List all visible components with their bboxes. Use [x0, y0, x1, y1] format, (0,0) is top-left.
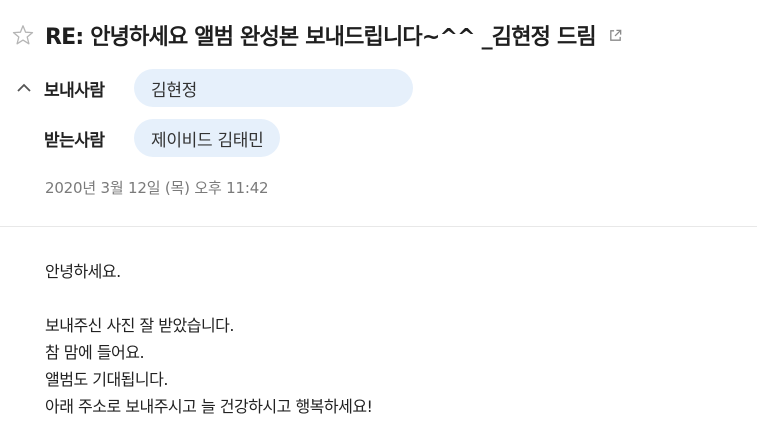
recipient-chip[interactable]: 제이비드 김태민	[134, 119, 281, 157]
sender-chip[interactable]: 김현정	[134, 69, 413, 107]
recipient-row: 받는사람 제이비드 김태민	[14, 119, 281, 157]
mail-date: 2020년 3월 12일 (목) 오후 11:42	[45, 179, 269, 197]
body-line: 참 맘에 들어요.	[45, 343, 145, 362]
body-line: 앨범도 기대됩니다.	[45, 370, 168, 389]
recipient-label: 받는사람	[44, 130, 105, 151]
external-link-icon[interactable]	[608, 27, 624, 43]
body-line: 아래 주소로 보내주시고 늘 건강하시고 행복하세요!	[45, 397, 373, 416]
mail-subject: RE: 안녕하세요 앨범 완성본 보내드립니다~^^ _김현정 드림	[45, 25, 597, 50]
sender-row: 보내사람 김현정	[14, 69, 413, 107]
mail-body: 안녕하세요. 보내주신 사진 잘 받았습니다. 참 맘에 들어요. 앨범도 기대…	[45, 258, 373, 420]
body-greeting: 안녕하세요.	[45, 262, 121, 281]
body-line: 보내주신 사진 잘 받았습니다.	[45, 316, 234, 335]
star-icon[interactable]	[10, 22, 36, 48]
divider	[0, 226, 757, 227]
chevron-up-icon[interactable]	[14, 78, 34, 98]
mail-header: RE: 안녕하세요 앨범 완성본 보내드립니다~^^ _김현정 드림	[10, 18, 624, 52]
sender-label: 보내사람	[44, 80, 105, 101]
